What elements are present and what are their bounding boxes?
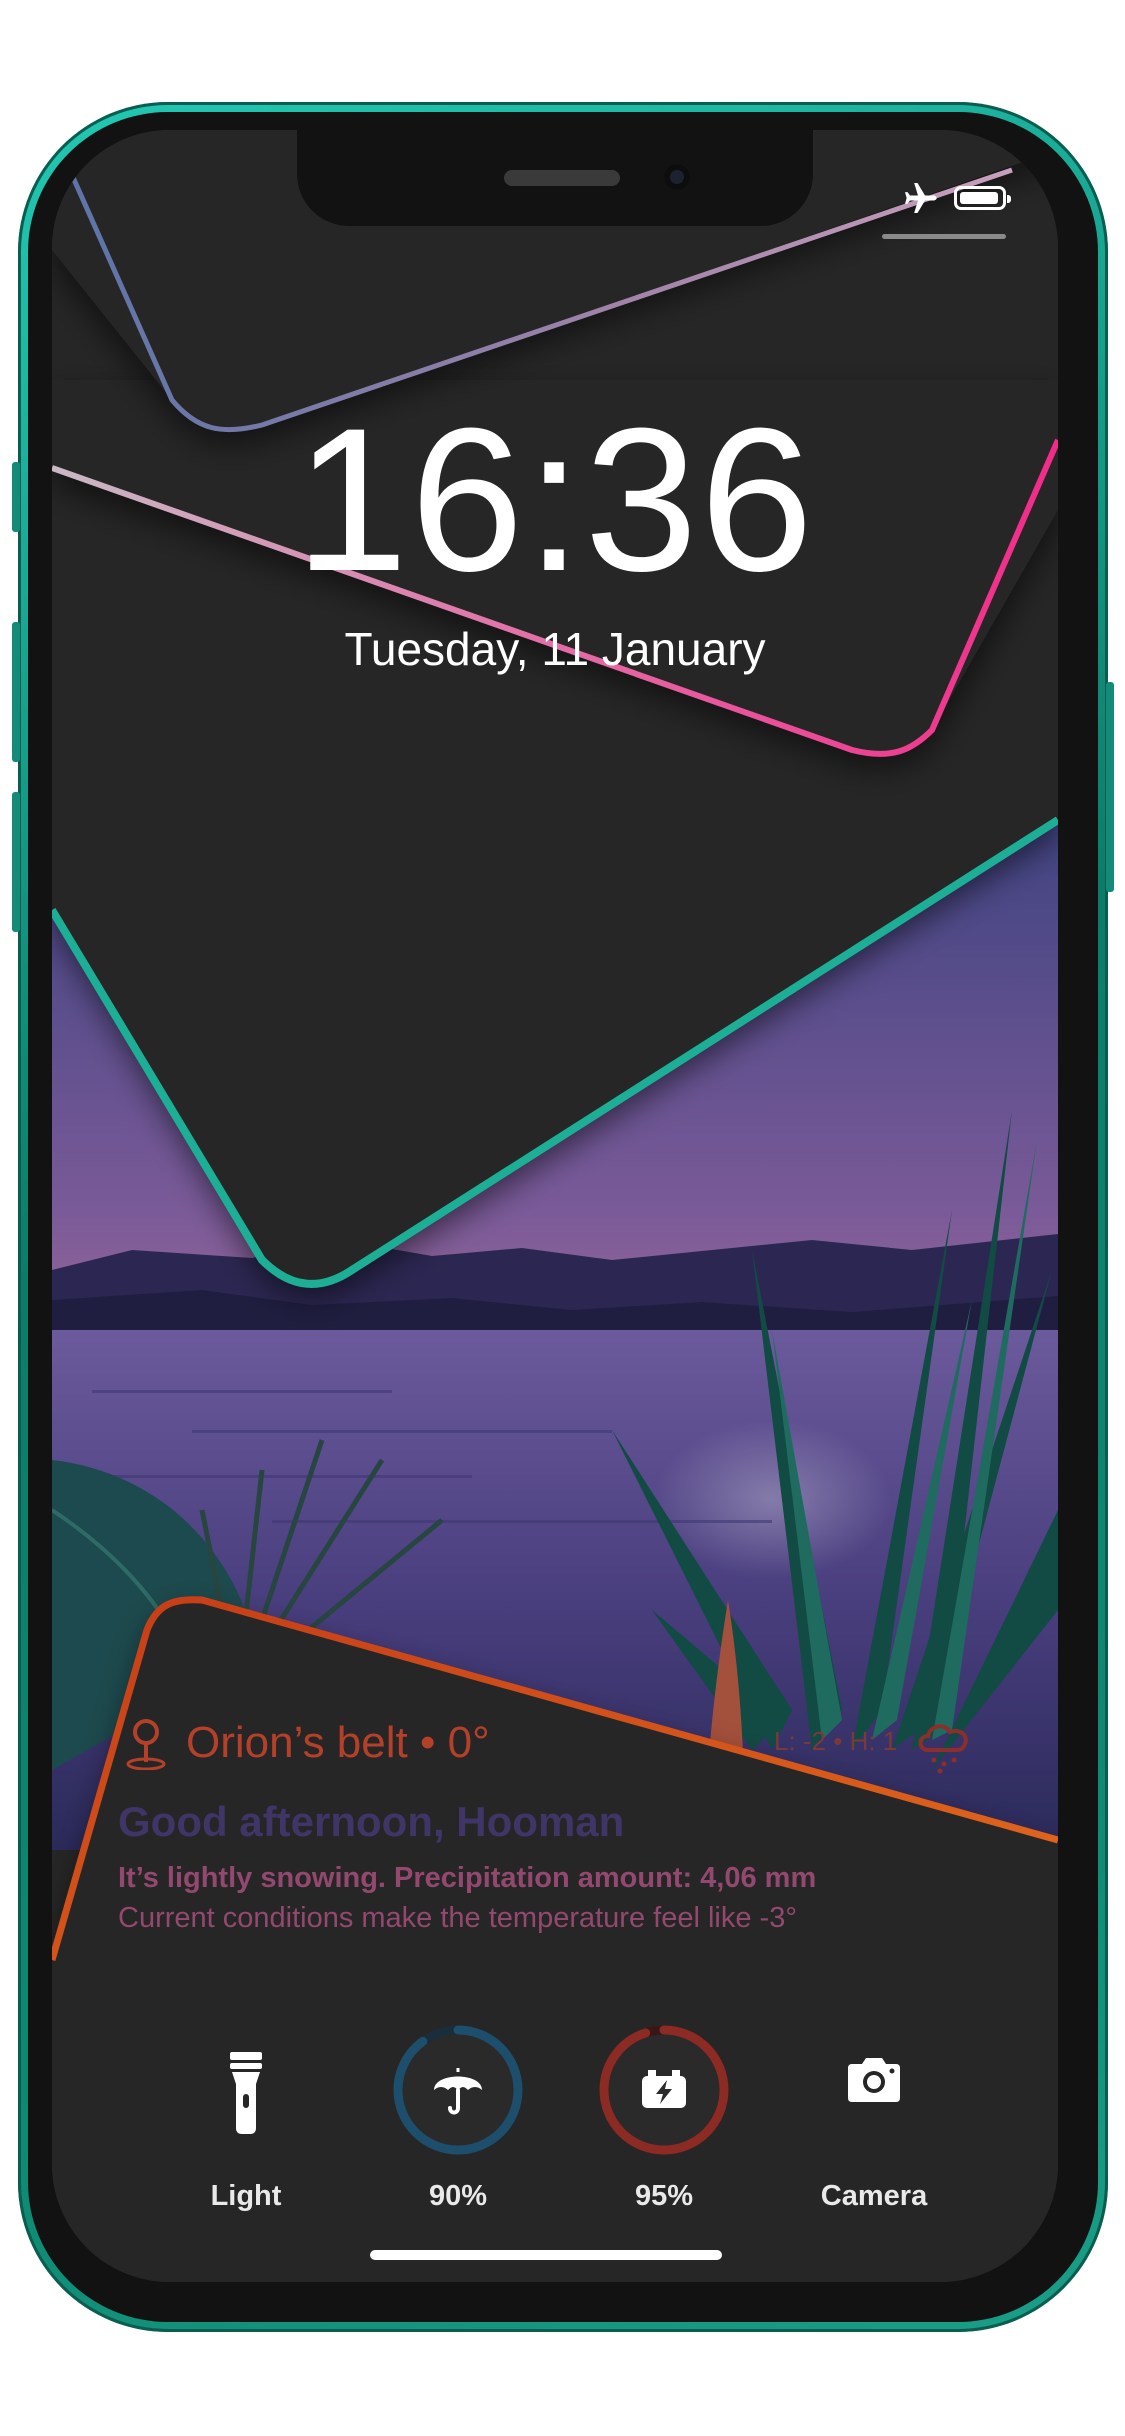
status-bar-right xyxy=(900,178,1011,218)
control-center-indicator[interactable] xyxy=(882,234,1006,239)
airplane-icon xyxy=(905,183,937,213)
volume-down-button xyxy=(12,792,20,932)
light-label: Light xyxy=(210,2180,282,2212)
weather-low-high: L: -2 • H: 1 xyxy=(774,1726,898,1756)
battery-fill xyxy=(960,192,998,204)
flashlight-icon xyxy=(230,2052,262,2134)
volume-up-button xyxy=(12,622,20,762)
lock-time: 16:36 xyxy=(294,386,816,614)
earpiece-speaker xyxy=(504,170,620,186)
battery-label: 95% xyxy=(634,2180,694,2212)
power-button xyxy=(1106,682,1114,892)
lock-date: Tuesday, 11 January xyxy=(344,623,766,675)
camera-shortcut[interactable]: Camera xyxy=(794,2020,954,2213)
greeting-text: Good afternoon, Hooman xyxy=(118,1798,625,1845)
camera-icon xyxy=(848,2058,900,2102)
lock-screen: 16:36 Tuesday, 11 January Orion’s belt •… xyxy=(52,130,1058,2282)
front-camera xyxy=(664,164,690,190)
rain-shortcut[interactable]: 90% xyxy=(378,2020,538,2213)
precipitation-text: It’s lightly snowing. Precipitation amou… xyxy=(118,1862,817,1894)
feels-like-text: Current conditions make the temperature … xyxy=(118,1902,797,1934)
battery-icon xyxy=(954,186,1011,210)
snow-cloud-icon xyxy=(918,1724,968,1774)
weather-location: Orion’s belt • 0° xyxy=(186,1718,490,1767)
weather-location-row[interactable]: Orion’s belt • 0° xyxy=(124,1716,490,1770)
battery-ring xyxy=(599,2025,729,2155)
silent-switch xyxy=(12,462,20,532)
rain-ring xyxy=(393,2025,523,2155)
home-indicator[interactable] xyxy=(370,2250,722,2260)
camera-label: Camera xyxy=(820,2180,928,2212)
rain-label: 90% xyxy=(428,2180,488,2212)
battery-shortcut[interactable]: 95% xyxy=(584,2020,744,2213)
light-shortcut[interactable]: Light xyxy=(166,2020,326,2213)
location-pin-icon xyxy=(126,1719,166,1770)
